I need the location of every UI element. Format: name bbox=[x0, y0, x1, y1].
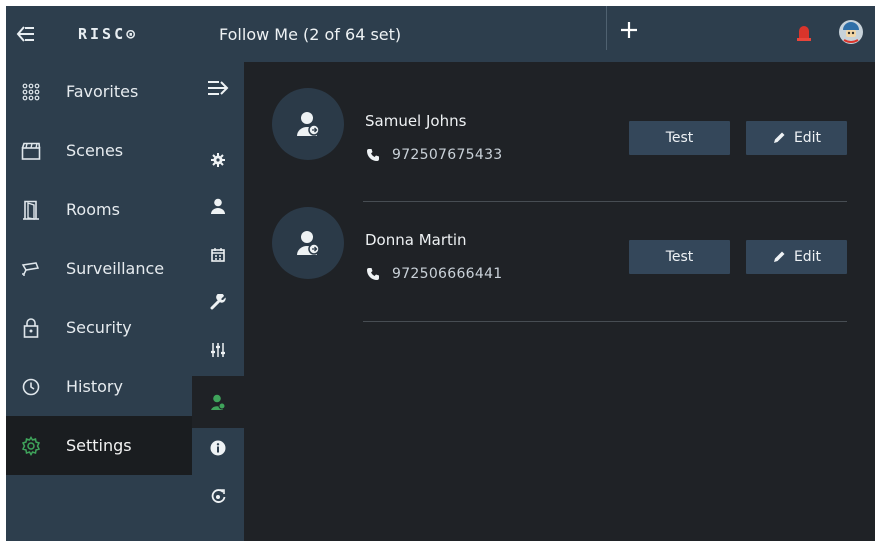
follow-me-user-icon bbox=[297, 231, 320, 255]
sidebar-item-rooms[interactable]: Rooms bbox=[6, 180, 192, 239]
phone-icon bbox=[367, 268, 379, 280]
profile-button[interactable] bbox=[838, 19, 864, 49]
sidebar-item-settings[interactable]: Settings bbox=[6, 416, 192, 475]
sidebar-item-label: Favorites bbox=[66, 82, 139, 101]
settings-subnav bbox=[192, 62, 244, 541]
sidebar-item-surveillance[interactable]: Surveillance bbox=[6, 239, 192, 298]
sidebar-item-security[interactable]: Security bbox=[6, 298, 192, 357]
contact-phone: 972507675433 bbox=[366, 147, 503, 163]
collapse-menu-button[interactable] bbox=[16, 23, 38, 45]
header-divider bbox=[606, 6, 607, 50]
contact-name: Samuel Johns bbox=[365, 112, 467, 130]
edit-button[interactable]: Edit bbox=[746, 240, 847, 274]
contact-name: Donna Martin bbox=[365, 231, 467, 249]
contact-avatar bbox=[272, 207, 344, 279]
sidebar-item-label: Security bbox=[66, 318, 132, 337]
wrench-icon bbox=[210, 294, 226, 310]
sliders-icon bbox=[211, 343, 225, 357]
follow-me-list: Samuel Johns 972507675433 Test Edit Donn… bbox=[244, 62, 875, 541]
update-icon bbox=[211, 489, 226, 503]
edit-button-label: Edit bbox=[793, 249, 822, 265]
sidebar-item-label: Scenes bbox=[66, 141, 124, 160]
lock-icon bbox=[20, 317, 42, 339]
test-button[interactable]: Test bbox=[629, 121, 730, 155]
contact-card: Donna Martin 972506666441 Test Edit bbox=[244, 181, 875, 299]
edit-button-label: Edit bbox=[793, 130, 822, 146]
sidebar-item-scenes[interactable]: Scenes bbox=[6, 121, 192, 180]
pencil-icon bbox=[773, 132, 785, 143]
subnav-schedule[interactable] bbox=[192, 228, 244, 280]
user-icon bbox=[211, 198, 225, 214]
contact-card: Samuel Johns 972507675433 Test Edit bbox=[244, 62, 875, 180]
subnav-adjustments[interactable] bbox=[192, 324, 244, 376]
main-sidebar: RISC⊙ Favorites Scenes Rooms Surveillanc… bbox=[6, 6, 192, 541]
alarm-button[interactable] bbox=[795, 22, 813, 46]
sidebar-item-favorites[interactable]: Favorites bbox=[6, 62, 192, 121]
contact-phone-number: 972507675433 bbox=[392, 147, 503, 163]
camera-icon bbox=[20, 258, 42, 280]
contact-phone-number: 972506666441 bbox=[392, 266, 503, 282]
app-window: Follow Me (2 of 64 set) RISC⊙ Favorites … bbox=[6, 6, 875, 541]
add-button[interactable] bbox=[617, 18, 641, 42]
follow-me-user-icon bbox=[297, 112, 320, 136]
subnav-tools[interactable] bbox=[192, 276, 244, 328]
subnav-general-settings[interactable] bbox=[192, 134, 244, 186]
row-divider bbox=[363, 321, 847, 322]
phone-icon bbox=[367, 149, 379, 161]
clock-icon bbox=[20, 376, 42, 398]
subnav-follow-me[interactable] bbox=[192, 376, 244, 428]
info-icon bbox=[210, 440, 226, 456]
sidebar-item-label: Settings bbox=[66, 436, 132, 455]
gear-icon bbox=[20, 435, 42, 457]
test-button-label: Test bbox=[665, 249, 694, 265]
test-button[interactable]: Test bbox=[629, 240, 730, 274]
clapperboard-icon bbox=[20, 140, 42, 162]
pencil-icon bbox=[773, 251, 785, 262]
plus-icon bbox=[621, 22, 637, 38]
grid-icon bbox=[20, 81, 42, 103]
expand-icon bbox=[208, 81, 229, 95]
sidebar-item-label: Rooms bbox=[66, 200, 120, 219]
calendar-icon bbox=[211, 247, 225, 262]
sidebar-header: RISC⊙ bbox=[6, 6, 192, 62]
contact-phone: 972506666441 bbox=[366, 266, 503, 282]
door-icon bbox=[20, 199, 42, 221]
sidebar-item-history[interactable]: History bbox=[6, 357, 192, 416]
gear-icon bbox=[211, 153, 225, 167]
page-title: Follow Me (2 of 64 set) bbox=[219, 24, 402, 44]
robot-avatar-icon bbox=[839, 20, 863, 44]
siren-icon bbox=[797, 26, 811, 41]
test-button-label: Test bbox=[665, 130, 694, 146]
follow-me-icon bbox=[211, 394, 225, 410]
contact-avatar bbox=[272, 88, 344, 160]
risco-logo: RISC⊙ bbox=[78, 25, 139, 43]
sidebar-item-label: History bbox=[66, 377, 123, 396]
edit-button[interactable]: Edit bbox=[746, 121, 847, 155]
menu-collapse-icon bbox=[16, 26, 34, 42]
expand-subnav-button[interactable] bbox=[192, 62, 244, 114]
subnav-users[interactable] bbox=[192, 180, 244, 232]
sidebar-item-label: Surveillance bbox=[66, 259, 165, 278]
subnav-info[interactable] bbox=[192, 422, 244, 474]
subnav-update[interactable] bbox=[192, 470, 244, 522]
top-bar: Follow Me (2 of 64 set) bbox=[192, 6, 875, 62]
